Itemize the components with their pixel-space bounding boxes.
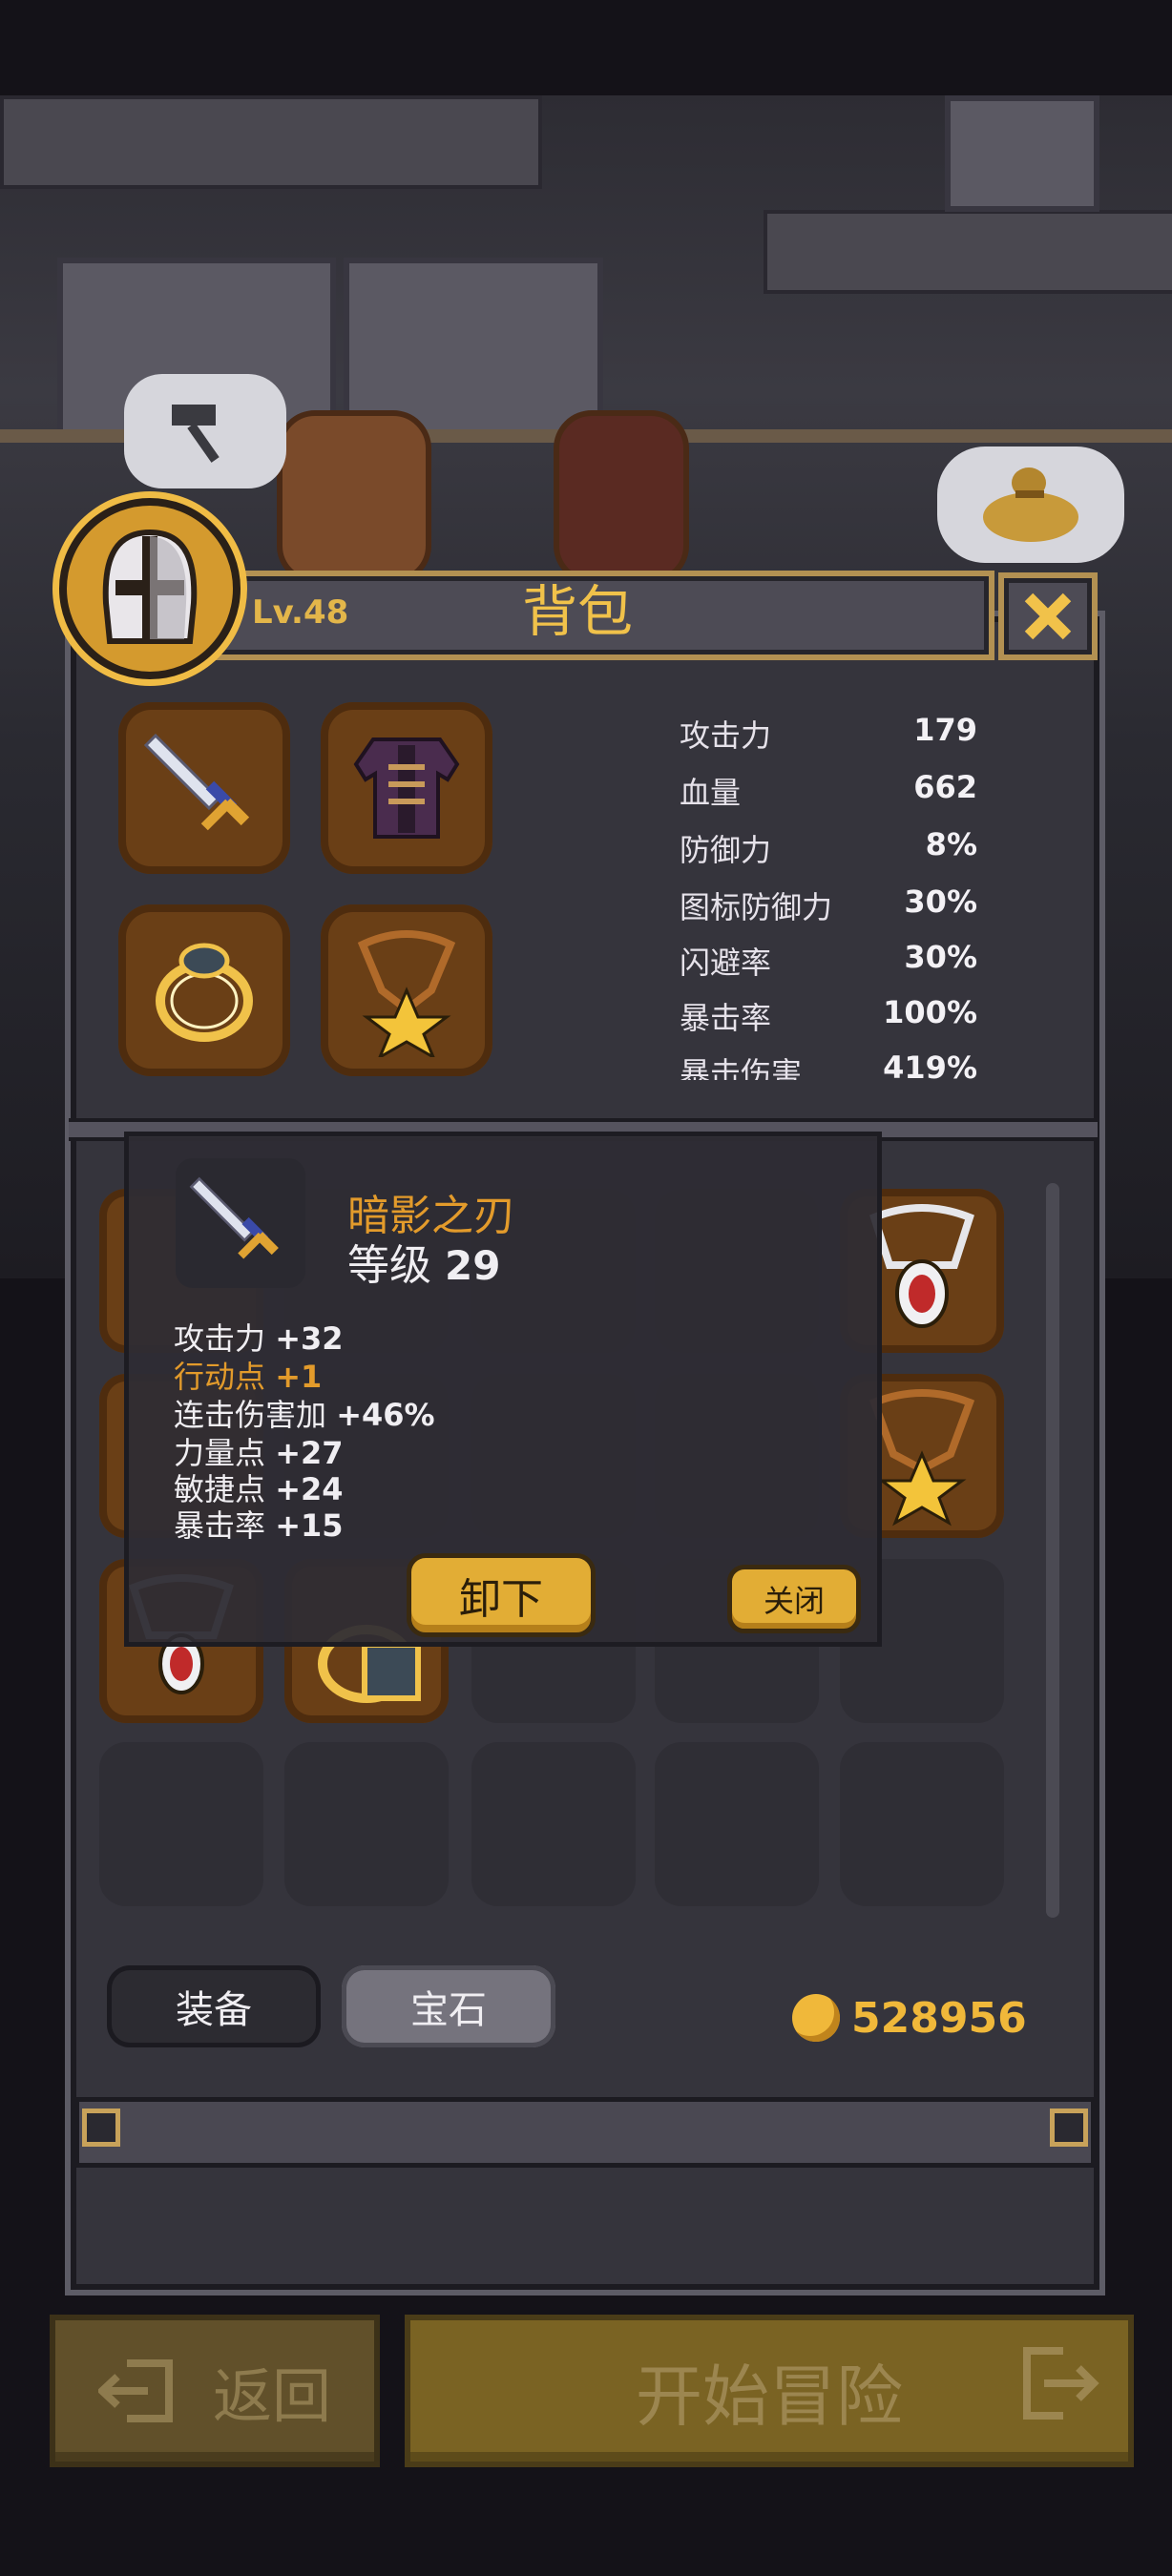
- stat-label-crit-damage: 暴击伤害: [680, 1055, 803, 1080]
- stat-value-dodge: 30%: [904, 939, 977, 975]
- panel-bottom-rail: [74, 2097, 1096, 2168]
- ring-icon: [156, 943, 253, 1042]
- stat-value-defense: 8%: [925, 826, 977, 862]
- necklace-slot[interactable]: [321, 904, 492, 1076]
- stat-label-attack: 攻击力: [680, 717, 772, 754]
- dagger-icon: [143, 733, 250, 831]
- bonus-value: +1: [275, 1359, 323, 1395]
- bonus-label: 行动点: [174, 1359, 266, 1395]
- start-label: 开始冒险: [636, 2357, 903, 2436]
- hammer-icon: [172, 405, 220, 463]
- page-title: 背包: [521, 579, 633, 644]
- inventory-slot[interactable]: [655, 1742, 819, 1906]
- weapon-slot[interactable]: [118, 702, 290, 874]
- bonus-label: 暴击率: [174, 1507, 266, 1544]
- stats-clip: 暴击伤害 419%: [668, 1046, 993, 1080]
- tab-gems[interactable]: 宝石: [342, 1965, 555, 2047]
- stat-label-dodge: 闪避率: [680, 945, 772, 981]
- rivet-icon: [82, 2109, 120, 2147]
- stat-label-hp: 血量: [680, 775, 742, 811]
- star-necklace-icon: [357, 930, 456, 1057]
- tooltip-item-level: 等级 29: [347, 1231, 500, 1292]
- stat-label-icon-defense: 图标防御力: [680, 889, 833, 925]
- inventory-scrollbar[interactable]: [1046, 1183, 1059, 1918]
- stat-value-crit-damage: 419%: [883, 1049, 977, 1080]
- unequip-button[interactable]: 卸下: [407, 1553, 596, 1637]
- back-label: 返回: [212, 2361, 331, 2431]
- dagger-icon: [189, 1176, 279, 1259]
- inventory-slot[interactable]: [840, 1742, 1004, 1906]
- bonus-value: +46%: [336, 1397, 435, 1433]
- bonus-label: 攻击力: [174, 1320, 266, 1357]
- bonus-value: +15: [275, 1507, 344, 1544]
- tooltip-level-label: 等级: [347, 1241, 431, 1290]
- tab-equipment[interactable]: 装备: [107, 1965, 321, 2047]
- gold-coin-icon: [792, 1994, 840, 2042]
- stat-label-crit-rate: 暴击率: [680, 1000, 772, 1036]
- anvil-shop-button[interactable]: [124, 374, 286, 488]
- stat-label-defense: 防御力: [680, 832, 772, 868]
- ring-slot[interactable]: [118, 904, 290, 1076]
- rivet-icon: [1050, 2109, 1088, 2147]
- armor-slot[interactable]: [321, 702, 492, 874]
- loot-bag-button[interactable]: [937, 447, 1124, 563]
- back-button[interactable]: 返回: [50, 2315, 380, 2467]
- tooltip-bonus-line: 暴击率 +15: [174, 1502, 344, 1546]
- bonus-label: 连击伤害加: [174, 1397, 327, 1433]
- player-level: Lv.48: [252, 593, 349, 632]
- knight-helmet-icon: [102, 529, 198, 644]
- stat-value-icon-defense: 30%: [904, 883, 977, 920]
- tooltip-item-icon: [176, 1158, 305, 1288]
- stat-value-attack: 179: [913, 712, 977, 748]
- stat-value-crit-rate: 100%: [883, 994, 977, 1030]
- close-icon: [1024, 592, 1072, 640]
- close-button[interactable]: [998, 572, 1098, 660]
- tooltip-close-button[interactable]: 关闭: [727, 1565, 861, 1633]
- inventory-slot[interactable]: [284, 1742, 449, 1906]
- inventory-slot[interactable]: [99, 1742, 263, 1906]
- bonus-value: +32: [275, 1320, 344, 1357]
- armor-icon: [353, 737, 460, 839]
- exit-door-icon: [1023, 2347, 1099, 2420]
- gold-amount: 528956: [851, 1994, 1027, 2043]
- player-avatar: [59, 498, 241, 679]
- stat-value-hp: 662: [913, 769, 977, 805]
- inventory-slot[interactable]: [471, 1742, 636, 1906]
- exit-arrow-icon: [97, 2359, 173, 2422]
- tooltip-level-value: 29: [445, 1242, 501, 1289]
- bag-icon: [983, 467, 1078, 542]
